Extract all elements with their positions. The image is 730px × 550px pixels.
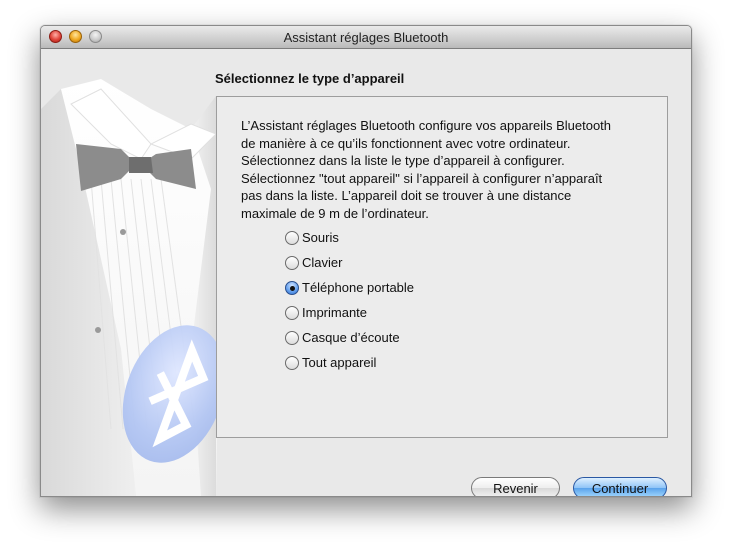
radio-button[interactable] (285, 331, 299, 345)
radio-button[interactable] (285, 231, 299, 245)
radio-label[interactable]: Casque d’écoute (302, 330, 400, 345)
back-button[interactable]: Revenir (471, 477, 560, 496)
description-line: de manière à ce qu’ils fonctionnent avec… (241, 135, 571, 151)
window-title: Assistant réglages Bluetooth (283, 30, 449, 45)
radio-label[interactable]: Téléphone portable (302, 280, 414, 295)
radio-label[interactable]: Imprimante (302, 305, 367, 320)
description-line: Sélectionnez dans la liste le type d’app… (241, 153, 565, 168)
assistant-content: Sélectionnez le type d’appareil L’Assist… (41, 49, 691, 496)
radio-label[interactable]: Clavier (302, 255, 342, 270)
device-type-panel: L’Assistant réglages Bluetooth configure… (216, 96, 668, 438)
description-line: L’Assistant réglages Bluetooth configure… (241, 118, 612, 133)
page-heading: Sélectionnez le type d’appareil (215, 71, 405, 86)
description-line: Sélectionnez "tout appareil" si l’appare… (241, 170, 603, 186)
radio-button[interactable] (285, 356, 299, 370)
description-line: pas dans la liste. L’appareil doit se tr… (241, 188, 572, 203)
assistant-window: Assistant réglages Bluetooth Sélectionne… (40, 25, 692, 497)
radio-button[interactable] (285, 306, 299, 320)
continue-button[interactable]: Continuer (573, 477, 667, 496)
radio-label[interactable]: Tout appareil (302, 355, 376, 370)
description-text: L’Assistant réglages Bluetooth configure… (241, 117, 651, 222)
radio-label[interactable]: Souris (302, 230, 339, 245)
radio-button-selected[interactable] (285, 281, 299, 295)
description-line: maximale de 9 m de l’ordinateur. (241, 205, 429, 221)
title-bar[interactable]: Assistant réglages Bluetooth (41, 26, 691, 49)
radio-button[interactable] (285, 256, 299, 270)
